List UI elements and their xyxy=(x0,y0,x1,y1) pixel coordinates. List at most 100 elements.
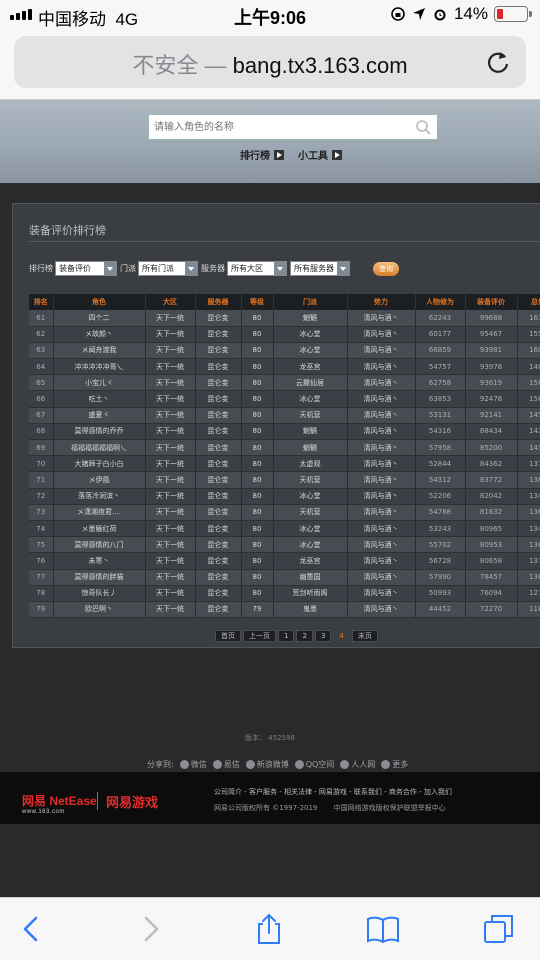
table-cell: 冰心堂 xyxy=(273,520,348,538)
netease-logo[interactable]: 网易 NetEase www.163.com xyxy=(22,792,97,815)
role-name-cell[interactable]: 惊奇队长丿 xyxy=(53,585,146,602)
table-cell: 天下一统 xyxy=(145,552,196,570)
table-cell: 天下一统 xyxy=(145,390,196,408)
role-name-cell[interactable]: 莫得感情的乔乔 xyxy=(53,423,146,441)
role-name-cell[interactable]: 莫得感情的胖猫 xyxy=(53,569,146,586)
share-qzone[interactable]: QQ空间 xyxy=(294,759,334,770)
table-cell: 天下一统 xyxy=(145,471,196,489)
table-cell: 1270 xyxy=(517,585,540,602)
table-cell: 昆仑变 xyxy=(195,585,242,602)
role-name-cell[interactable]: メ潇湘夜君.... xyxy=(53,504,146,521)
role-name-cell[interactable]: 冲冲冲冲冲哥乀 xyxy=(53,358,146,376)
share-wechat[interactable]: 微信 xyxy=(179,759,207,770)
role-name-cell[interactable]: メ闻舟渡我 xyxy=(53,342,146,360)
page-1-button[interactable]: 1 xyxy=(278,630,295,642)
table-cell: 清风与酒丶 xyxy=(347,488,416,505)
role-name-cell[interactable]: 欧巴啊丶 xyxy=(53,601,146,619)
table-cell: 80 xyxy=(241,407,274,424)
table-cell: 80 xyxy=(241,310,274,327)
footer: 网易 NetEase www.163.com 网易游戏 公司简介 - 客户服务 … xyxy=(0,772,540,824)
share-renren[interactable]: 人人网 xyxy=(340,759,375,770)
role-name-cell[interactable]: 盛夏ヾ xyxy=(53,407,146,424)
table-cell: 80 xyxy=(241,520,274,538)
role-name-cell[interactable]: 四个二 xyxy=(53,310,146,327)
netease-games-logo[interactable]: 网易游戏 xyxy=(106,792,158,811)
nav-tools[interactable]: 小工具 xyxy=(298,147,342,162)
bookmarks-icon[interactable] xyxy=(366,912,400,946)
school-select[interactable]: 所有门派 xyxy=(138,261,198,276)
forward-icon[interactable] xyxy=(134,912,168,946)
share-more[interactable]: 更多 xyxy=(381,759,408,770)
tabs-icon[interactable] xyxy=(482,912,516,946)
table-cell: 84362 xyxy=(465,455,518,473)
current-page: 4 xyxy=(339,632,344,640)
table-cell: 1342 xyxy=(517,520,540,538)
search-icon[interactable] xyxy=(415,119,431,135)
table-cell: 昆仑变 xyxy=(195,488,242,505)
ranking-select[interactable]: 装备评价 xyxy=(55,261,117,276)
role-name-cell[interactable]: メ故颜丶 xyxy=(53,326,146,343)
qzone-icon xyxy=(294,760,304,769)
page-3-button[interactable]: 3 xyxy=(314,630,332,642)
share-yixin[interactable]: 易信 xyxy=(212,759,240,770)
role-name-cell[interactable]: メ墨觞红荷 xyxy=(53,520,146,538)
table-cell: 93981 xyxy=(465,342,518,360)
table-cell: 天下一统 xyxy=(145,374,196,392)
wechat-icon xyxy=(179,760,189,769)
table-cell: 57958 xyxy=(415,439,466,457)
yixin-icon xyxy=(212,760,222,769)
reload-icon[interactable] xyxy=(484,48,512,76)
role-name-cell[interactable]: 吃土丶 xyxy=(53,390,146,408)
page-2-button[interactable]: 2 xyxy=(296,630,313,642)
table-cell: 80965 xyxy=(465,520,518,538)
table-cell: 清风与酒丶 xyxy=(347,310,416,327)
table-cell: 昆仑变 xyxy=(195,552,242,570)
share-weibo[interactable]: 新浪微博 xyxy=(245,759,289,770)
query-button[interactable]: 查询 xyxy=(373,261,399,276)
table-cell: 80658 xyxy=(465,552,518,570)
table-row: 78惊奇队长丿天下一统昆仑变80荒剑听雨阁清风与酒丶50993760941270 xyxy=(29,585,540,602)
table-cell: 冰心堂 xyxy=(273,390,348,408)
role-name-cell[interactable]: メ伊風 xyxy=(53,471,146,489)
share-icon[interactable] xyxy=(252,912,286,946)
table-cell: 清风与酒丶 xyxy=(347,569,416,586)
table-cell: 81632 xyxy=(465,504,518,521)
footer-links[interactable]: 公司简介 - 客户服务 - 相关法律 - 网易游戏 - 联系我们 - 商务合作 … xyxy=(214,787,452,797)
table-cell: 95467 xyxy=(465,326,518,343)
table-cell: 72270 xyxy=(465,601,518,619)
role-name-cell[interactable]: 未寒丶 xyxy=(53,552,146,570)
table-cell: 清风与酒丶 xyxy=(347,390,416,408)
back-icon[interactable] xyxy=(14,912,48,946)
first-page-button[interactable]: 首页 xyxy=(215,630,241,642)
table-row: 64冲冲冲冲冲哥乀天下一统昆仑变80龙巫宫清风与酒丶54757939781487 xyxy=(29,358,540,376)
plus-icon xyxy=(381,760,391,769)
report-link[interactable]: 中国网络游戏版权保护联盟举报中心 xyxy=(334,804,446,812)
role-name-cell[interactable]: 莫得感情的八门 xyxy=(53,536,146,554)
table-row: 74メ墨觞红荷天下一统昆仑变80冰心堂清风与酒丶53243809651342 xyxy=(29,520,540,538)
divider xyxy=(97,792,98,810)
address-bar[interactable]: 不安全 — bang.tx3.163.com xyxy=(14,36,526,88)
role-search-input[interactable] xyxy=(149,115,399,139)
table-cell: 75 xyxy=(29,536,54,554)
role-name-cell[interactable]: 落落冷涧滨丶 xyxy=(53,488,146,505)
table-cell: 清风与酒丶 xyxy=(347,439,416,457)
nav-ranking[interactable]: 排行榜 xyxy=(240,147,284,162)
table-row: 71メ伊風天下一统昆仑变80天机营清风与酒丶54312837721380 xyxy=(29,471,540,489)
table-cell: 1366 xyxy=(517,536,540,554)
url-host: bang.tx3.163.com xyxy=(232,53,408,78)
prev-page-button[interactable]: 上一页 xyxy=(243,630,276,642)
table-cell: 79 xyxy=(241,601,274,619)
role-name-cell[interactable]: 大猪蹄子白小白 xyxy=(53,455,146,473)
table-cell: 80 xyxy=(241,358,274,376)
table-cell: 昆仑变 xyxy=(195,374,242,392)
table-cell: 昆仑变 xyxy=(195,358,242,376)
last-page-button[interactable]: 末页 xyxy=(351,630,378,642)
table-cell: 太虚观 xyxy=(273,455,348,473)
table-cell: 92478 xyxy=(465,390,518,408)
table-cell: 72 xyxy=(29,488,54,505)
server-select[interactable]: 所有服务器 xyxy=(290,261,350,276)
role-name-cell[interactable]: 小宝儿ヾ xyxy=(53,374,146,392)
table-cell: 55702 xyxy=(415,536,466,554)
region-select[interactable]: 所有大区 xyxy=(227,261,287,276)
role-name-cell[interactable]: 福福福福福福啊乀 xyxy=(53,439,146,457)
